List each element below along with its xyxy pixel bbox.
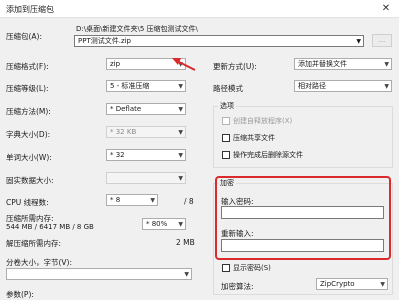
- chevron-down-icon: ▼: [178, 83, 183, 90]
- method-value: * Deflate: [110, 105, 142, 113]
- update-value: 添加并替换文件: [298, 60, 347, 68]
- chevron-down-icon: ▼: [150, 197, 155, 204]
- method-label: 压缩方法(M):: [6, 107, 51, 116]
- encrypt-method-select[interactable]: ZipCrypto ▼: [316, 278, 388, 290]
- red-arrow-annotation: [172, 58, 196, 71]
- cpu-max: / 8: [184, 197, 194, 206]
- level-select[interactable]: 5 - 标准压缩 ▼: [106, 80, 186, 92]
- pathmode-select[interactable]: 相对路径 ▼: [294, 80, 392, 92]
- solid-select[interactable]: ▼: [106, 172, 186, 184]
- chevron-down-icon: ▼: [178, 175, 183, 182]
- chevron-down-icon: ▼: [178, 221, 183, 228]
- method-select[interactable]: * Deflate ▼: [106, 103, 186, 115]
- chevron-down-icon: ▼: [178, 152, 183, 159]
- level-value: 5 - 标准压缩: [110, 82, 150, 90]
- sfx-label: 创建自释放程序(X): [233, 117, 293, 125]
- split-label: 分卷大小，字节(V):: [6, 258, 73, 267]
- word-value: * 32: [110, 151, 125, 159]
- chevron-down-icon: ▼: [384, 61, 389, 68]
- delete-source-label: 操作完成后删除源文件: [233, 151, 303, 159]
- mem-select[interactable]: * 80% ▼: [142, 218, 186, 230]
- archive-filename-input[interactable]: PPT测试文件.zip ▼: [74, 35, 364, 47]
- pathmode-value: 相对路径: [298, 82, 326, 90]
- highlight-box: [215, 176, 391, 260]
- chevron-down-icon: ▼: [178, 106, 183, 113]
- delete-source-checkbox[interactable]: [222, 151, 230, 159]
- word-label: 单词大小(W):: [6, 153, 52, 162]
- dict-label: 字典大小(D):: [6, 130, 51, 139]
- update-label: 更新方式(U):: [213, 62, 257, 71]
- chevron-down-icon: ▼: [380, 281, 385, 288]
- params-label: 参数(P):: [6, 290, 34, 299]
- chevron-down-icon: ▼: [184, 271, 189, 278]
- chevron-down-icon[interactable]: ▼: [356, 37, 361, 46]
- dict-select[interactable]: * 32 KB ▼: [106, 126, 186, 138]
- cpu-label: CPU 线程数:: [6, 198, 49, 207]
- level-label: 压缩等级(L):: [6, 84, 49, 93]
- archive-label: 压缩包(A):: [6, 32, 43, 41]
- cpu-value: * 8: [110, 196, 121, 204]
- word-select[interactable]: * 32 ▼: [106, 149, 186, 161]
- encrypt-method-label: 加密算法:: [221, 282, 254, 291]
- show-password-checkbox[interactable]: [222, 264, 230, 272]
- mem-value: * 80%: [146, 220, 168, 228]
- decomp-label: 解压缩所需内存:: [6, 239, 62, 248]
- browse-button[interactable]: ...: [372, 34, 392, 47]
- chevron-down-icon: ▼: [178, 129, 183, 136]
- pathmode-label: 路径模式: [213, 84, 243, 93]
- cpu-select[interactable]: * 8 ▼: [106, 194, 158, 206]
- format-label: 压缩格式(F):: [6, 62, 49, 71]
- add-to-archive-dialog: 添加到压缩包 ✕ 压缩包(A): D:\桌面\新建文件夹\5 压缩包测试文件\ …: [0, 0, 399, 300]
- mem-detail: 544 MB / 6417 MB / 8 GB: [6, 223, 94, 231]
- shared-label: 压缩共享文件: [233, 134, 275, 142]
- close-icon[interactable]: ✕: [373, 0, 399, 18]
- show-password-label: 显示密码(S): [233, 264, 271, 272]
- encrypt-method-value: ZipCrypto: [320, 280, 355, 288]
- sfx-checkbox[interactable]: [222, 117, 230, 125]
- split-select[interactable]: ▼: [6, 268, 192, 280]
- update-select[interactable]: 添加并替换文件 ▼: [294, 58, 392, 70]
- dict-value: * 32 KB: [110, 128, 137, 136]
- options-title: 选项: [218, 101, 236, 111]
- title-bar: 添加到压缩包 ✕: [0, 0, 399, 18]
- window-title: 添加到压缩包: [6, 5, 54, 14]
- format-value: zip: [110, 60, 121, 68]
- shared-checkbox[interactable]: [222, 134, 230, 142]
- decomp-value: 2 MB: [176, 238, 195, 247]
- archive-path: D:\桌面\新建文件夹\5 压缩包测试文件\: [76, 25, 198, 33]
- solid-label: 固实数据大小:: [6, 176, 54, 185]
- archive-filename-value: PPT测试文件.zip: [78, 37, 132, 45]
- chevron-down-icon: ▼: [384, 83, 389, 90]
